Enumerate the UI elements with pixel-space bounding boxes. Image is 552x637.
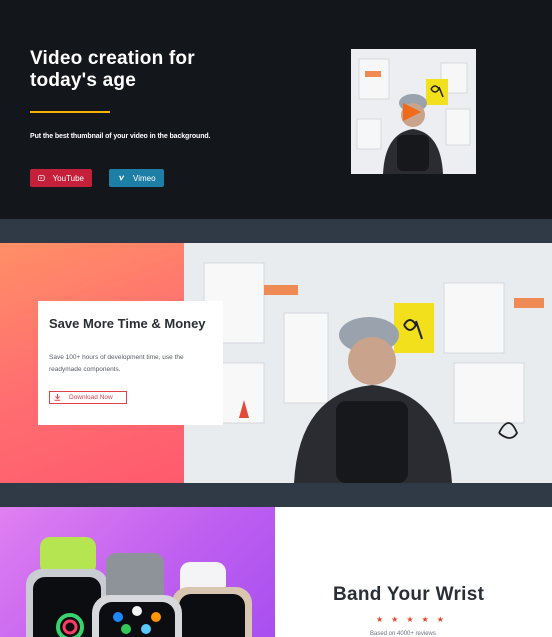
star-icon: ★	[436, 615, 444, 624]
reviews-count: Based on 4000+ reviews	[370, 631, 436, 637]
smartwatch-image	[26, 537, 252, 637]
watch-title: Band Your Wrist	[333, 584, 485, 605]
hero-subtitle: Put the best thumbnail of your video in …	[30, 133, 211, 140]
star-icon: ★	[421, 615, 429, 624]
download-now-button[interactable]: Download Now	[49, 391, 127, 404]
watch-section: Band Your Wrist ★ ★ ★ ★ ★ Based on 4000+…	[0, 507, 552, 637]
youtube-icon	[38, 175, 45, 181]
promo-title: Save More Time & Money	[49, 316, 206, 331]
vimeo-button[interactable]: Vimeo	[109, 169, 164, 187]
youtube-button[interactable]: YouTube	[30, 169, 92, 187]
promo-card: Save More Time & Money Save 100+ hours o…	[38, 301, 223, 425]
promo-photo	[184, 243, 552, 483]
accent-divider	[30, 111, 110, 113]
hero-title: Video creation for today's age	[30, 48, 195, 91]
star-icon: ★	[391, 615, 399, 624]
download-icon	[54, 394, 61, 401]
star-icon: ★	[376, 615, 384, 624]
youtube-label: YouTube	[52, 173, 84, 183]
video-hero-section: Video creation for today's age Put the b…	[0, 0, 552, 219]
star-icon: ★	[406, 615, 414, 624]
vimeo-icon	[117, 175, 125, 181]
download-label: Download Now	[69, 394, 113, 401]
vimeo-label: Vimeo	[133, 173, 156, 183]
promo-section: Save More Time & Money Save 100+ hours o…	[0, 243, 552, 483]
promo-text: Save 100+ hours of development time, use…	[49, 354, 184, 373]
watch-gradient-panel	[0, 507, 275, 637]
play-icon[interactable]	[403, 103, 421, 121]
rating-stars: ★ ★ ★ ★ ★	[376, 615, 444, 624]
